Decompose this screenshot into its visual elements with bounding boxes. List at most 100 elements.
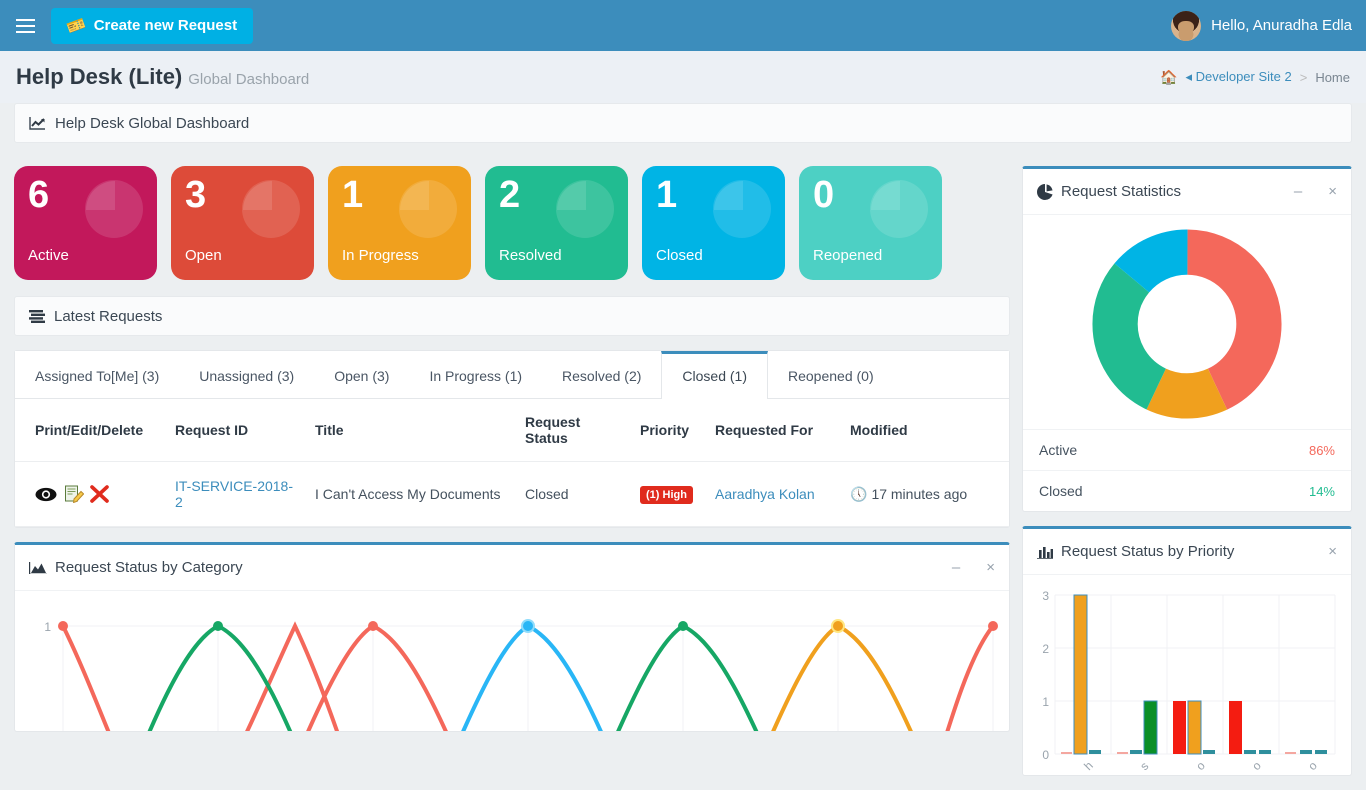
minimize-button[interactable]: – [1294, 184, 1302, 199]
stat-cards: 6 Active 3 Open 1 In Progress 2 Resolved… [14, 166, 1010, 280]
latest-requests-band: Latest Requests [14, 296, 1010, 336]
close-button[interactable]: × [1328, 544, 1337, 559]
data-point [58, 621, 68, 631]
latest-requests-panel: Assigned To[Me] (3) Unassigned (3) Open … [14, 350, 1010, 528]
stat-card-value: 1 [656, 174, 678, 216]
statistics-widget-title: Request Statistics [1061, 183, 1182, 200]
priority-widget-title: Request Status by Priority [1061, 543, 1235, 560]
legend-row-active: Active 86% [1023, 429, 1351, 470]
statistics-donut-chart [1023, 215, 1351, 429]
stat-card-value: 6 [28, 174, 50, 216]
create-new-request-button[interactable]: 🎫 Create new Request [51, 7, 254, 44]
legend-row-closed: Closed 14% [1023, 470, 1351, 511]
requests-table: Print/Edit/Delete Request ID Title Reque… [15, 399, 1009, 527]
bar [1244, 750, 1256, 754]
donut-chart [1092, 229, 1282, 419]
y-tick-2: 2 [1042, 642, 1049, 656]
col-request-status: Request Status [515, 399, 630, 462]
stat-card-closed[interactable]: 1 Closed [642, 166, 785, 280]
edit-icon[interactable] [65, 485, 84, 503]
y-tick-3: 3 [1042, 589, 1049, 603]
stat-card-resolved[interactable]: 2 Resolved [485, 166, 628, 280]
ticket-icon: 🎫 [64, 14, 89, 38]
col-requested-for: Requested For [705, 399, 840, 462]
stat-card-active[interactable]: 6 Active [14, 166, 157, 280]
top-navbar: 🎫 Create new Request Hello, Anuradha Edl… [0, 0, 1366, 51]
col-modified: Modified [840, 399, 1009, 462]
close-button[interactable]: × [986, 560, 995, 575]
legend-percent: 14% [1308, 483, 1335, 499]
row-priority: (1) High [630, 461, 705, 527]
x-tick-1: s [1137, 759, 1151, 773]
bar [1143, 700, 1158, 755]
stat-card-label: In Progress [342, 247, 419, 264]
data-point [988, 621, 998, 631]
legend-label: Closed [1039, 483, 1083, 499]
x-tick-3: o [1249, 758, 1264, 773]
user-menu[interactable]: Hello, Anuradha Edla [1171, 10, 1352, 41]
bar [1089, 750, 1101, 754]
user-greeting: Hello, Anuradha Edla [1211, 17, 1352, 34]
breadcrumb-site-link[interactable]: ◂ Developer Site 2 [1185, 69, 1291, 85]
y-tick-1: 1 [44, 620, 51, 634]
bar [1259, 750, 1271, 754]
bar [1130, 750, 1142, 754]
home-icon[interactable]: 🏠 [1160, 69, 1177, 86]
tab-assigned-to-me[interactable]: Assigned To[Me] (3) [15, 351, 179, 398]
page-header: Help Desk (Lite) Global Dashboard 🏠 ◂ Dev… [0, 51, 1366, 103]
page-title-main: Help Desk (Lite) [16, 64, 183, 89]
request-status-by-priority-widget: Request Status by Priority × 3 2 1 0 h s… [1022, 526, 1352, 776]
data-point [368, 621, 378, 631]
clock-icon: 🕔 [850, 485, 868, 502]
breadcrumb: 🏠 ◂ Developer Site 2 > Home [1160, 69, 1350, 86]
bar [1117, 752, 1128, 754]
row-modified: 🕔 17 minutes ago [840, 461, 1009, 527]
row-requested-for: Aaradhya Kolan [705, 461, 840, 527]
line-chart-icon [29, 116, 45, 130]
row-status: Closed [515, 461, 630, 527]
bar [1203, 750, 1215, 754]
tab-in-progress[interactable]: In Progress (1) [409, 351, 542, 398]
content-area: Help Desk Global Dashboard [0, 103, 1366, 143]
priority-widget-header: Request Status by Priority × [1023, 529, 1351, 575]
request-id-link[interactable]: IT-SERVICE-2018-2 [175, 478, 293, 510]
latest-requests-title: Latest Requests [54, 307, 163, 325]
data-point [833, 621, 843, 631]
stat-card-in-progress[interactable]: 1 In Progress [328, 166, 471, 280]
tab-closed[interactable]: Closed (1) [661, 351, 768, 399]
y-tick-0: 0 [1042, 748, 1049, 762]
legend-label: Active [1039, 442, 1078, 458]
pie-icon [713, 180, 771, 238]
tab-open[interactable]: Open (3) [314, 351, 409, 398]
data-point [523, 621, 533, 631]
bar [1315, 750, 1327, 754]
breadcrumb-separator: > [1299, 69, 1308, 85]
stat-card-label: Reopened [813, 247, 883, 264]
pie-icon [242, 180, 300, 238]
right-column: Request Statistics – × Active 86% Closed… [1022, 166, 1352, 790]
stat-card-label: Resolved [499, 247, 562, 264]
stat-card-value: 2 [499, 174, 521, 216]
dashboard-section-title: Help Desk Global Dashboard [55, 114, 250, 132]
delete-icon[interactable] [90, 485, 109, 503]
close-button[interactable]: × [1328, 184, 1337, 199]
status-badge: (1) High [640, 485, 693, 504]
category-widget-title: Request Status by Category [55, 559, 243, 576]
priority-bar-chart: 3 2 1 0 h s o o o [1023, 575, 1351, 775]
row-request-id: IT-SERVICE-2018-2 [165, 461, 305, 527]
x-tick-0: h [1081, 758, 1096, 773]
stat-card-reopened[interactable]: 0 Reopened [799, 166, 942, 280]
minimize-button[interactable]: – [952, 560, 960, 575]
data-point [213, 621, 223, 631]
col-title: Title [305, 399, 515, 462]
left-column: 6 Active 3 Open 1 In Progress 2 Resolved… [14, 166, 1010, 746]
tab-unassigned[interactable]: Unassigned (3) [179, 351, 314, 398]
view-icon[interactable] [35, 487, 59, 502]
tab-reopened[interactable]: Reopened (0) [768, 351, 894, 398]
stat-card-open[interactable]: 3 Open [171, 166, 314, 280]
tab-resolved[interactable]: Resolved (2) [542, 351, 661, 398]
breadcrumb-current: Home [1315, 69, 1350, 85]
bar [1073, 594, 1088, 755]
requested-for-link[interactable]: Aaradhya Kolan [715, 486, 815, 502]
hamburger-icon[interactable] [8, 9, 42, 43]
